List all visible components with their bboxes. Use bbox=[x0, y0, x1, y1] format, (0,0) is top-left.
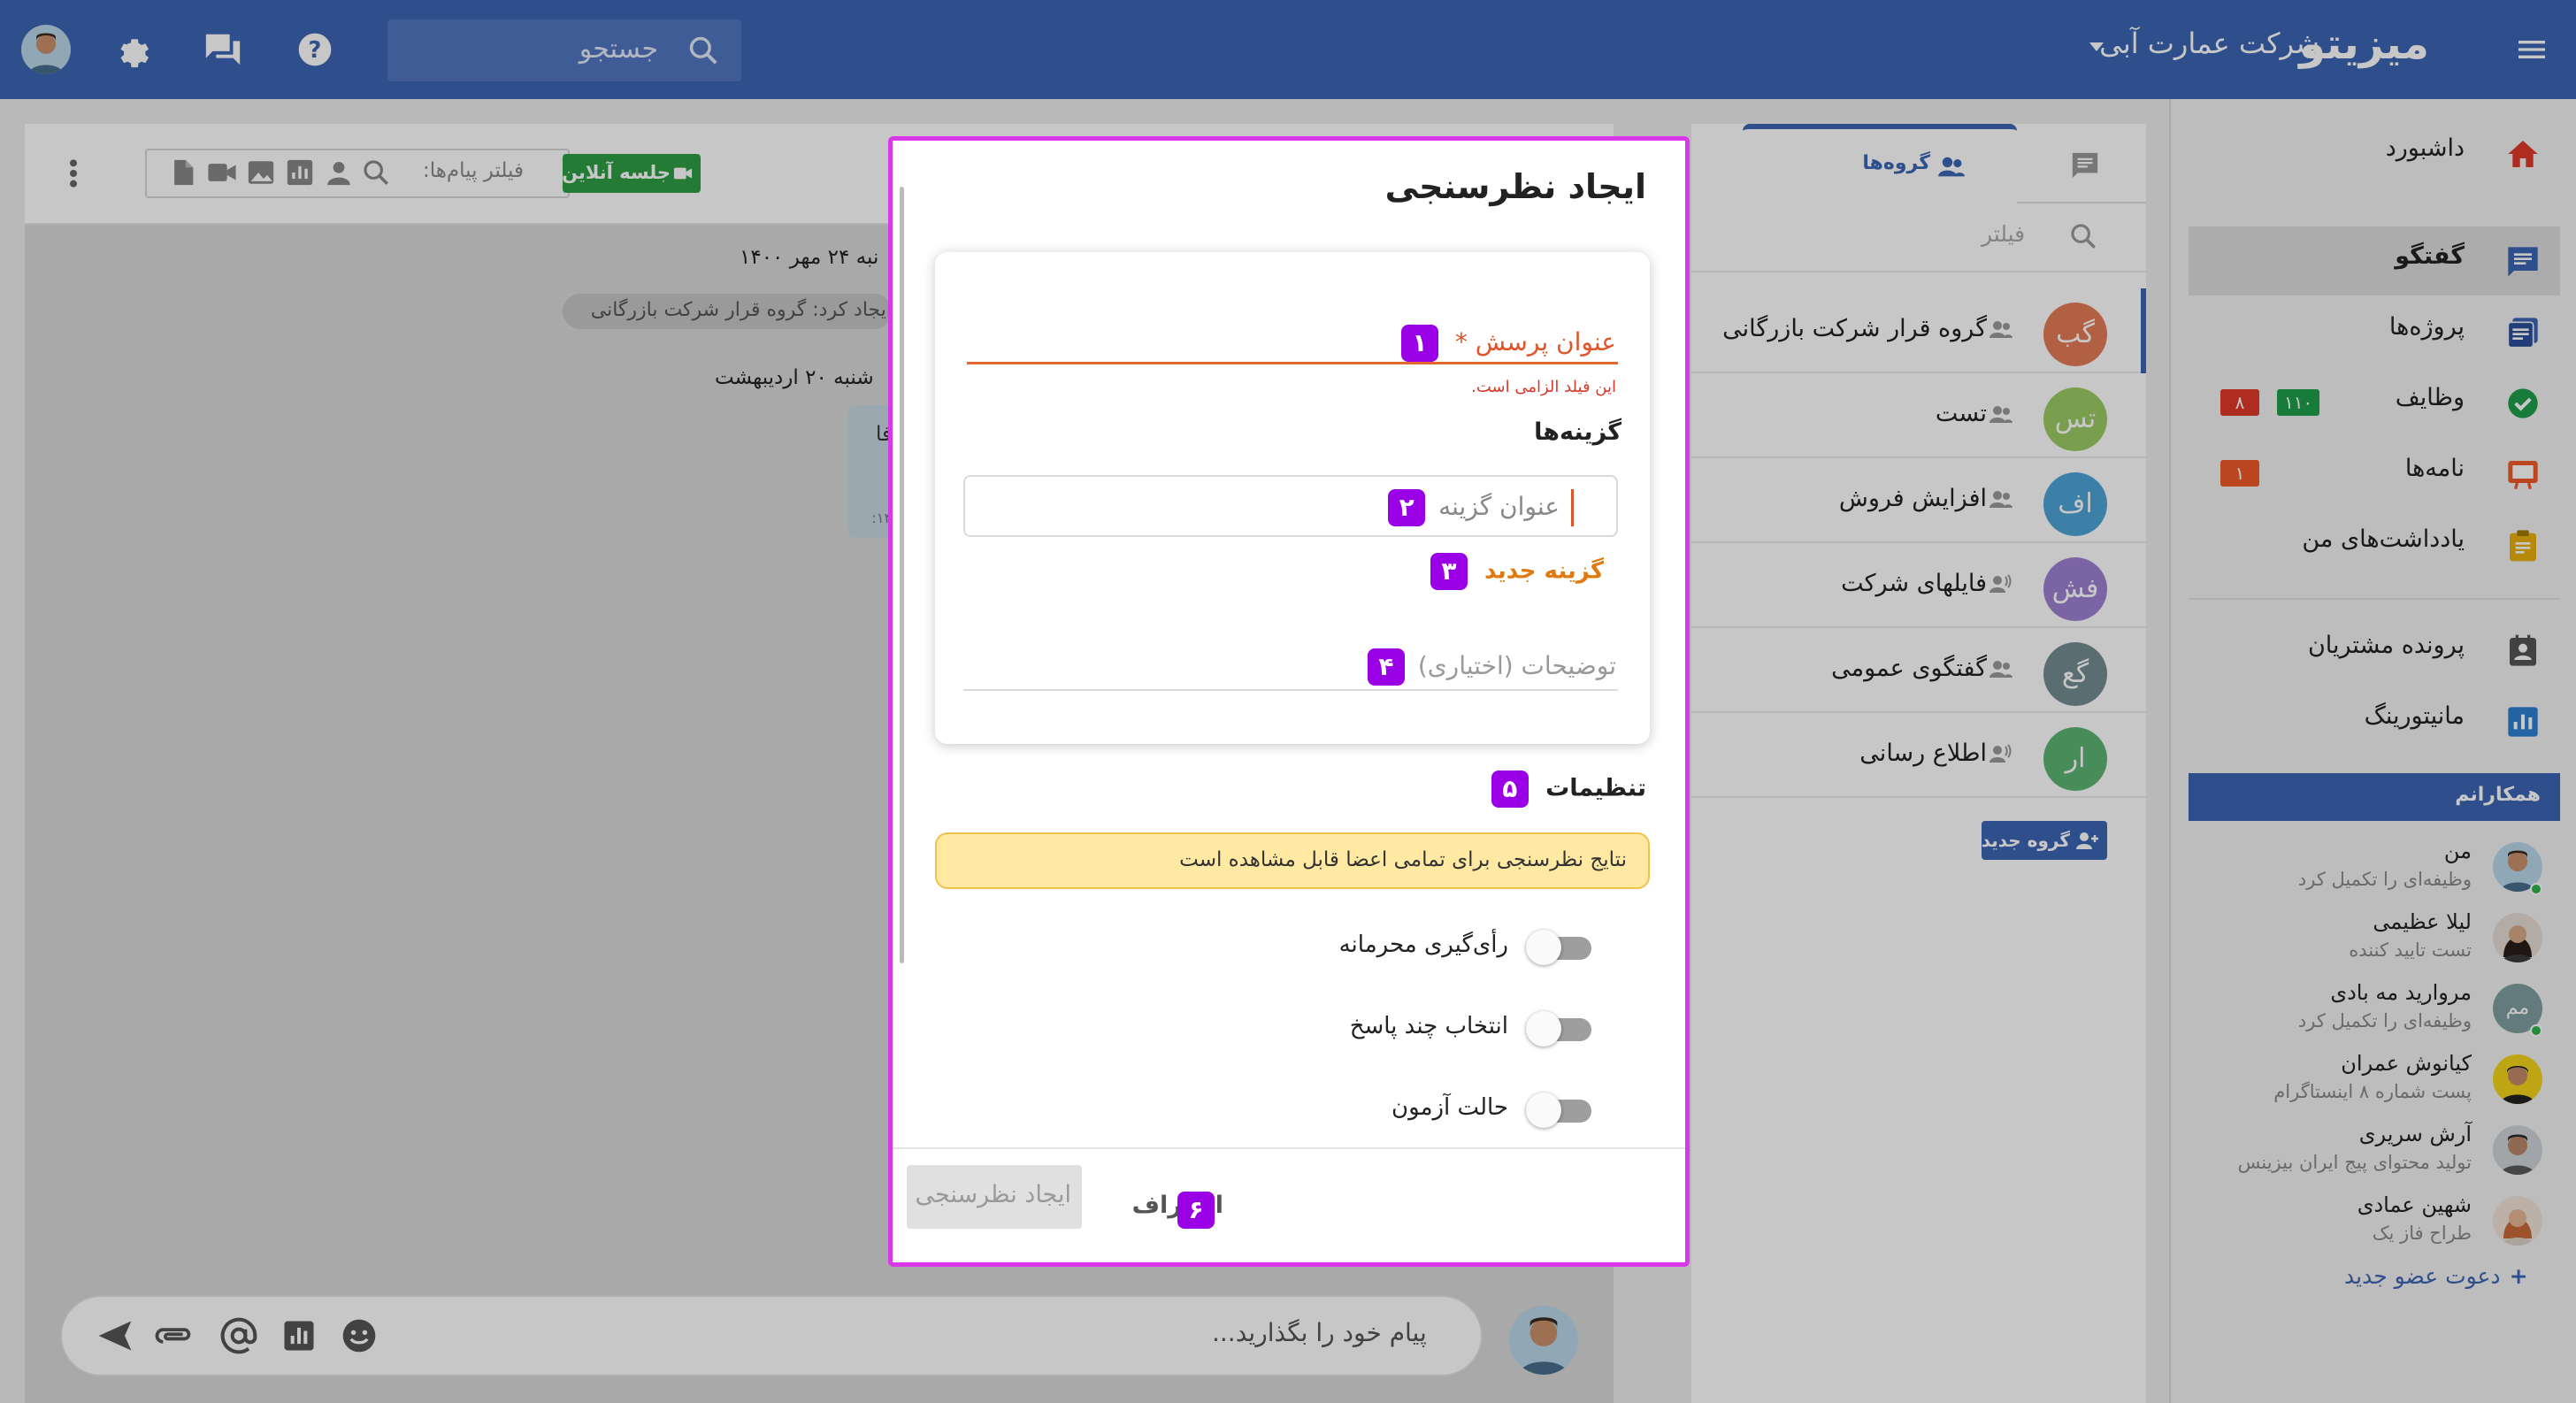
question-error: این فیلد الزامی است. bbox=[1471, 378, 1616, 396]
description-field[interactable]: توضیحات (اختیاری) ۴ bbox=[1367, 648, 1616, 686]
toggle-thumb[interactable] bbox=[1526, 930, 1561, 965]
create-poll-dialog: ایجاد نظرسنجی عنوان پرسش * ۱ این فیلد ال… bbox=[888, 136, 1690, 1267]
marker-5: ۵ bbox=[1491, 770, 1529, 808]
option-input[interactable]: عنوان گزینه ۲ bbox=[963, 475, 1618, 537]
add-option-button[interactable]: گزینه جدید ۳ bbox=[1430, 553, 1604, 590]
secret-vote-toggle[interactable]: رأی‌گیری محرمانه bbox=[1190, 924, 1632, 969]
option-placeholder-text: عنوان گزینه bbox=[1438, 492, 1560, 521]
option-placeholder: عنوان گزینه ۲ bbox=[1388, 489, 1560, 526]
description-placeholder: توضیحات (اختیاری) bbox=[1417, 651, 1616, 680]
marker-4: ۴ bbox=[1367, 648, 1405, 686]
question-underline bbox=[967, 362, 1618, 364]
question-label: عنوان پرسش * bbox=[1454, 327, 1616, 356]
cancel-button[interactable]: انصراف ۶ bbox=[1091, 1174, 1223, 1229]
footer-divider bbox=[893, 1147, 1685, 1149]
marker-3: ۳ bbox=[1430, 553, 1468, 590]
toggle-thumb[interactable] bbox=[1526, 1092, 1561, 1128]
scrollbar[interactable] bbox=[900, 187, 904, 963]
options-heading: گزینه‌ها bbox=[1534, 418, 1622, 446]
create-poll-label: ایجاد نظرسنجی bbox=[915, 1181, 1071, 1208]
question-field[interactable]: عنوان پرسش * ۱ bbox=[1400, 325, 1616, 362]
toggle-label: رأی‌گیری محرمانه bbox=[1338, 932, 1508, 958]
marker-6: ۶ bbox=[1177, 1192, 1215, 1229]
toggle-label: انتخاب چند پاسخ bbox=[1349, 1013, 1508, 1039]
multiple-choice-toggle[interactable]: انتخاب چند پاسخ bbox=[1190, 1006, 1632, 1050]
visibility-notice: نتایج نظرسنجی برای تمامی اعضا قابل مشاهد… bbox=[935, 832, 1650, 889]
settings-label: تنظیمات bbox=[1545, 774, 1646, 802]
text-caret bbox=[1571, 489, 1574, 526]
settings-heading: تنظیمات ۵ bbox=[1491, 770, 1646, 808]
marker-1: ۱ bbox=[1400, 325, 1438, 362]
quiz-mode-toggle[interactable]: حالت آزمون bbox=[1190, 1087, 1632, 1131]
create-poll-button[interactable]: ایجاد نظرسنجی bbox=[907, 1165, 1082, 1229]
question-card: عنوان پرسش * ۱ این فیلد الزامی است. گزین… bbox=[935, 252, 1650, 744]
toggle-label: حالت آزمون bbox=[1392, 1094, 1508, 1121]
description-underline bbox=[963, 689, 1618, 691]
visibility-notice-text: نتایج نظرسنجی برای تمامی اعضا قابل مشاهد… bbox=[1179, 848, 1627, 871]
add-option-label: گزینه جدید bbox=[1484, 557, 1604, 585]
marker-2: ۲ bbox=[1388, 489, 1426, 526]
toggle-thumb[interactable] bbox=[1526, 1011, 1561, 1046]
dialog-title: ایجاد نظرسنجی bbox=[1384, 167, 1646, 206]
